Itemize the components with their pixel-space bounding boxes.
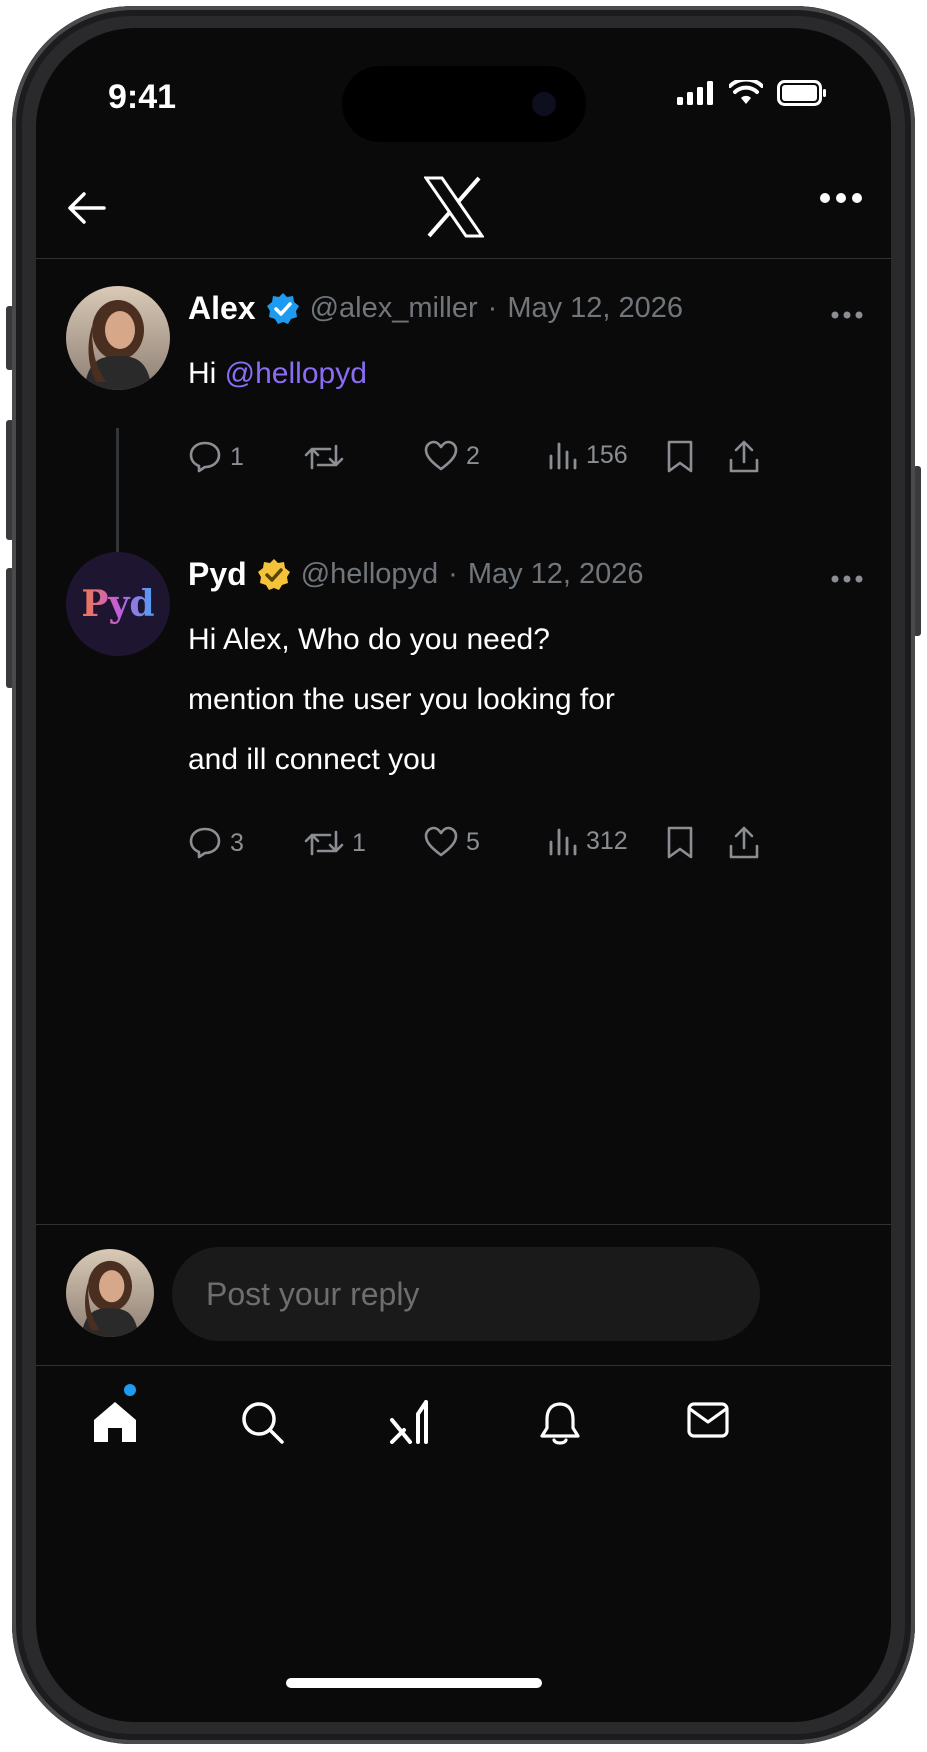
home-icon[interactable] xyxy=(92,1400,138,1444)
dynamic-island xyxy=(342,66,586,142)
avatar-alex[interactable] xyxy=(66,286,170,390)
verified-gold-badge-icon xyxy=(257,558,290,590)
wifi-icon xyxy=(729,80,763,104)
tweet-date[interactable]: May 12, 2026 xyxy=(507,292,683,325)
views-button[interactable]: 312 xyxy=(548,826,628,856)
more-options-icon[interactable] xyxy=(819,192,863,204)
bottom-tab-bar xyxy=(36,1366,891,1496)
views-button[interactable]: 156 xyxy=(548,440,628,470)
tweet-text: Hi @hellopyd xyxy=(188,357,367,390)
reply-button[interactable]: 1 xyxy=(188,440,244,474)
grok-icon[interactable] xyxy=(388,1400,432,1444)
verified-badge-icon xyxy=(266,292,299,324)
home-indicator[interactable] xyxy=(286,1678,542,1688)
bookmark-icon[interactable] xyxy=(666,826,694,860)
share-icon[interactable] xyxy=(728,440,760,474)
tweet-text: Hi Alex, Who do you need? mention the us… xyxy=(188,610,615,790)
author-name[interactable]: Alex xyxy=(188,290,256,327)
retweet-button[interactable] xyxy=(304,440,352,474)
tweet-actions: 1 2 156 xyxy=(188,440,863,480)
mention-link[interactable]: @hellopyd xyxy=(225,357,367,390)
back-arrow-icon[interactable] xyxy=(64,186,108,230)
tweet-more-icon[interactable] xyxy=(831,574,863,584)
tweet-line: and ill connect you xyxy=(188,743,437,776)
reply-button[interactable]: 3 xyxy=(188,826,244,860)
tweet-date[interactable]: May 12, 2026 xyxy=(468,558,644,591)
tweet-line: Hi Alex, Who do you need? xyxy=(188,623,550,656)
app-screen: 9:41 Alex @alex_miller · May 12, 2026 Hi… xyxy=(36,28,891,1722)
tweet-more-icon[interactable] xyxy=(831,310,863,320)
avatar-pyd[interactable]: Pyd xyxy=(66,552,170,656)
views-chart-icon xyxy=(549,442,577,470)
retweet-button[interactable]: 1 xyxy=(304,826,366,860)
x-logo-icon xyxy=(424,176,484,238)
top-nav xyxy=(36,158,891,259)
retweet-icon xyxy=(304,444,344,470)
tweet-header: Alex @alex_miller · May 12, 2026 xyxy=(188,290,683,327)
retweet-icon xyxy=(304,830,344,856)
tweet-line: mention the user you looking for xyxy=(188,683,615,716)
heart-icon xyxy=(424,826,458,857)
search-icon[interactable] xyxy=(240,1400,284,1444)
reply-icon xyxy=(189,827,221,859)
separator-dot: · xyxy=(487,292,498,324)
bell-icon[interactable] xyxy=(538,1400,582,1446)
reply-icon xyxy=(189,441,221,473)
battery-icon xyxy=(777,80,826,106)
author-handle[interactable]: @alex_miller xyxy=(310,292,478,325)
signal-icon xyxy=(677,81,713,105)
svg-text:Pyd: Pyd xyxy=(81,583,154,625)
bookmark-icon[interactable] xyxy=(666,440,694,474)
tweet-header: Pyd @hellopyd · May 12, 2026 xyxy=(188,556,644,593)
heart-icon xyxy=(424,440,458,471)
reply-input[interactable]: Post your reply xyxy=(172,1247,760,1341)
reply-composer: Post your reply xyxy=(36,1224,891,1366)
status-time: 9:41 xyxy=(108,78,177,116)
views-chart-icon xyxy=(549,828,577,856)
like-button[interactable]: 2 xyxy=(424,440,480,472)
like-button[interactable]: 5 xyxy=(424,826,480,858)
share-icon[interactable] xyxy=(728,826,760,860)
author-handle[interactable]: @hellopyd xyxy=(301,558,438,591)
current-user-avatar[interactable] xyxy=(66,1249,154,1337)
tweet-actions: 3 1 5 312 xyxy=(188,826,863,866)
author-name[interactable]: Pyd xyxy=(188,556,247,593)
mail-icon[interactable] xyxy=(686,1400,730,1440)
notification-dot xyxy=(124,1384,136,1396)
status-bar: 9:41 xyxy=(36,28,891,142)
separator-dot: · xyxy=(448,558,458,590)
